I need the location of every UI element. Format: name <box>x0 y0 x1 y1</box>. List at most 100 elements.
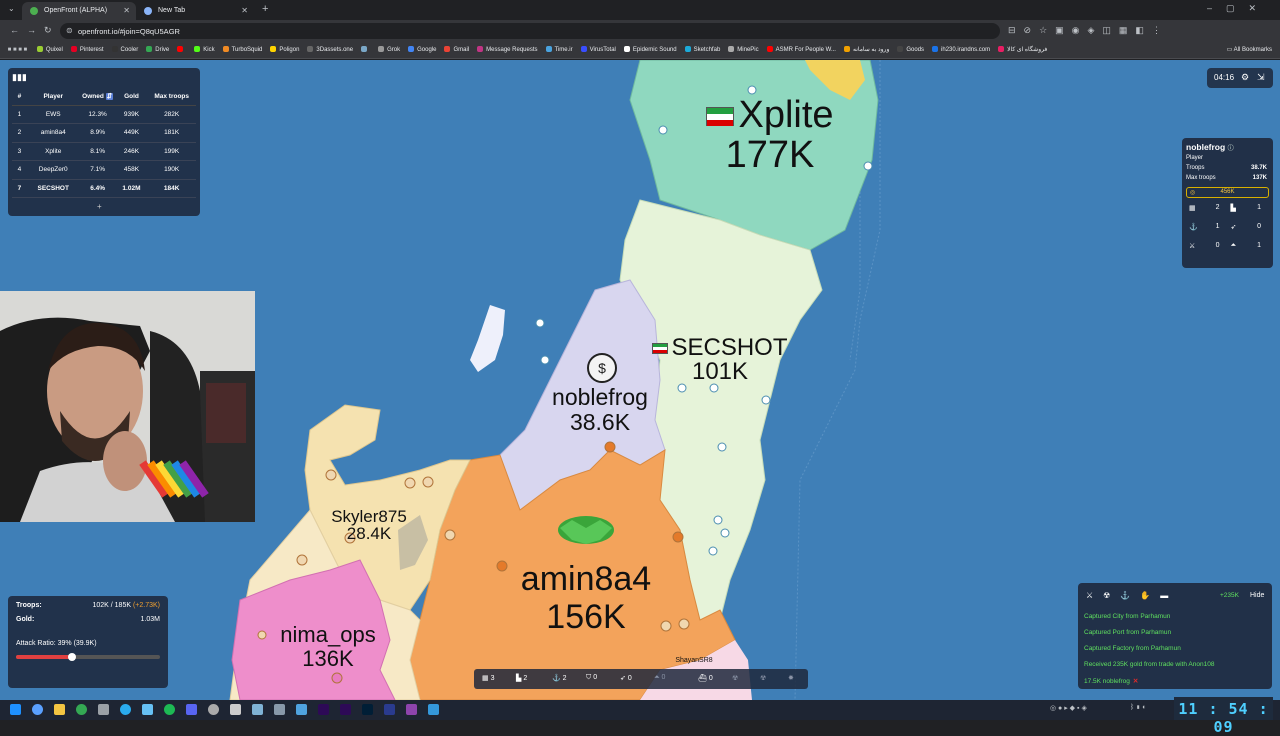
column-player[interactable]: Player <box>26 88 80 106</box>
ship-icon[interactable]: ⚓ <box>1120 591 1140 600</box>
exit-icon[interactable]: ⇲ <box>1257 72 1265 83</box>
bookmark-item[interactable]: Message Requests <box>477 46 538 53</box>
leaderboard-row[interactable]: 1 EWS 12.3% 939K 282K <box>12 105 196 124</box>
forward-icon[interactable]: → <box>27 25 36 35</box>
bookmark-item[interactable] <box>361 46 370 53</box>
build-warship-button[interactable]: ⛴ 0 <box>698 674 713 682</box>
close-tab-icon[interactable]: ✕ <box>123 6 130 15</box>
bookmark-item[interactable]: ih230.irandns.com <box>932 46 990 53</box>
sword-icon[interactable]: ⚔ <box>1086 591 1103 600</box>
leaderboard-row[interactable]: 4 DeepZer0 7.1% 458K 190K <box>12 160 196 180</box>
bookmark-item[interactable]: Gmail <box>444 46 469 53</box>
build-mirv-button[interactable]: ✸ <box>788 674 794 682</box>
app-icon[interactable] <box>252 704 263 715</box>
bookmark-item[interactable]: Drive <box>146 46 169 53</box>
bookmark-item[interactable]: Google <box>408 46 436 53</box>
new-tab-button[interactable]: + <box>262 3 268 15</box>
column-gold[interactable]: Gold <box>115 88 148 106</box>
bookmark-item[interactable]: Cooler <box>111 46 138 53</box>
app-icon[interactable] <box>274 704 285 715</box>
extension-icons[interactable]: ⊟⊘☆▣◉◈◫▦◧⋮ <box>1008 25 1169 36</box>
attack-ratio-slider[interactable] <box>16 653 160 661</box>
app-icon[interactable] <box>384 704 395 715</box>
bookmark-item[interactable]: ASMR For People W... <box>766 46 836 53</box>
search-icon[interactable] <box>32 704 43 715</box>
leaderboard-chart-icon[interactable]: ▮▮▮ <box>12 72 27 83</box>
bookmark-item[interactable]: TurboSquid <box>222 46 262 53</box>
bookmark-item[interactable]: Epidemic Sound <box>623 46 677 53</box>
build-atom-bomb-button[interactable]: ☢ <box>732 674 738 682</box>
build-city-button[interactable]: ▦ 3 <box>482 674 494 682</box>
bookmark-item[interactable]: MinePic <box>728 46 759 53</box>
map-label-amin8a4[interactable]: amin8a4 156K <box>486 562 686 634</box>
column-rank[interactable]: # <box>12 88 27 106</box>
bookmark-item[interactable]: فروشگاه ای کالا <box>998 46 1047 53</box>
app-icon[interactable] <box>428 704 439 715</box>
file-explorer-icon[interactable] <box>54 704 65 715</box>
bookmark-item[interactable]: Goods <box>897 46 924 53</box>
map-label-shayansr8[interactable]: ShayanSR8 <box>664 657 724 664</box>
nuke-icon[interactable]: ☢ <box>1103 591 1120 600</box>
bookmark-folder-icon[interactable]: ■ ■ ■ ■ <box>8 47 28 53</box>
game-canvas[interactable]: $ Xplite 177K SECSHOT 101K noblefrog 38.… <box>0 60 1280 700</box>
bookmark-item[interactable]: Sketchfab <box>684 46 720 53</box>
bookmark-item[interactable]: VirusTotal <box>580 46 616 53</box>
handshake-icon[interactable]: ✋ <box>1140 591 1160 600</box>
map-label-noblefrog[interactable]: noblefrog 38.6K <box>530 386 670 434</box>
app-icon[interactable] <box>98 704 109 715</box>
spotify-icon[interactable] <box>164 704 175 715</box>
close-tab-icon[interactable]: ✕ <box>241 6 248 15</box>
build-missile-silo-button[interactable]: ➶ 0 <box>620 674 632 682</box>
map-label-secshot[interactable]: SECSHOT 101K <box>640 336 800 384</box>
attack-ratio-handle[interactable] <box>68 653 77 661</box>
leaderboard-expand-button[interactable]: + <box>97 202 102 211</box>
leaderboard-row[interactable]: 2 amin8a4 8.9% 449K 181K <box>12 123 196 143</box>
bookmark-item[interactable]: Poligon <box>270 46 299 53</box>
chrome-icon[interactable] <box>76 704 87 715</box>
bookmark-item[interactable]: Pinterest <box>70 46 104 53</box>
bookmark-item[interactable]: Grok <box>378 46 400 53</box>
chat-icon[interactable]: ▬ <box>1160 591 1178 600</box>
reload-icon[interactable]: ↻ <box>44 25 52 36</box>
info-icon[interactable]: ⓘ <box>1228 146 1234 152</box>
telegram-icon[interactable] <box>120 704 131 715</box>
tab-openfront[interactable]: OpenFront (ALPHA) ✕ <box>22 2 136 20</box>
build-port-button[interactable]: ⚓ 2 <box>552 674 567 682</box>
app-icon[interactable] <box>296 704 307 715</box>
app-icon[interactable] <box>230 704 241 715</box>
build-hydrogen-bomb-button[interactable]: ☢ <box>760 674 766 682</box>
discord-icon[interactable] <box>186 704 197 715</box>
bookmark-item[interactable]: Quixel <box>36 46 63 53</box>
column-owned[interactable]: Owned ⇵ <box>79 88 116 106</box>
windows-start-icon[interactable] <box>10 704 21 715</box>
event-filter-icons[interactable]: ⚔☢⚓✋▬ <box>1086 591 1178 600</box>
column-max-troops[interactable]: Max troops <box>147 88 196 106</box>
steam-icon[interactable] <box>142 704 153 715</box>
photoshop-icon[interactable] <box>362 704 373 715</box>
bookmark-item[interactable]: Time.ir <box>545 46 573 53</box>
tab-search-icon[interactable]: ⌄ <box>8 4 15 13</box>
bookmark-item[interactable]: 3Dassets.one <box>307 46 353 53</box>
obs-icon[interactable] <box>208 704 219 715</box>
build-defense-button[interactable]: ⛉ 0 <box>586 674 597 682</box>
system-tray-icons[interactable]: ◎ ● ▸ ◆ ▪ ◈ <box>1050 704 1120 715</box>
site-info-icon[interactable]: ⊜ <box>66 26 73 35</box>
back-icon[interactable]: ← <box>10 25 19 35</box>
tab-new-tab[interactable]: New Tab ✕ <box>136 2 254 20</box>
close-icon[interactable]: ✕ <box>1133 678 1138 685</box>
settings-gear-icon[interactable]: ⚙ <box>1241 72 1249 83</box>
app-icon[interactable] <box>406 704 417 715</box>
bookmark-item[interactable] <box>177 46 186 53</box>
bookmark-item[interactable]: Kick <box>194 46 215 53</box>
all-bookmarks[interactable]: ▭ All Bookmarks <box>1227 46 1272 53</box>
bookmark-item[interactable]: ورود به سامانه <box>843 46 889 53</box>
map-label-xplite[interactable]: Xplite 177K <box>680 96 860 174</box>
premiere-icon[interactable] <box>340 704 351 715</box>
build-sam-button[interactable]: ⏶ 0 <box>654 674 665 682</box>
address-bar[interactable]: ⊜ openfront.io/#join=Q8qU5AGR <box>60 23 1000 39</box>
leaderboard-row[interactable]: 7 SECSHOT 6.4% 1.02M 184K <box>12 179 196 198</box>
window-controls[interactable]: –▢✕ <box>1207 3 1270 14</box>
map-label-skyler875[interactable]: Skyler875 28.4K <box>314 508 424 542</box>
tray-status-icons[interactable]: ᛒ ▮ ◐ <box>1130 704 1170 715</box>
map-label-nima-ops[interactable]: nima_ops 136K <box>258 624 398 670</box>
